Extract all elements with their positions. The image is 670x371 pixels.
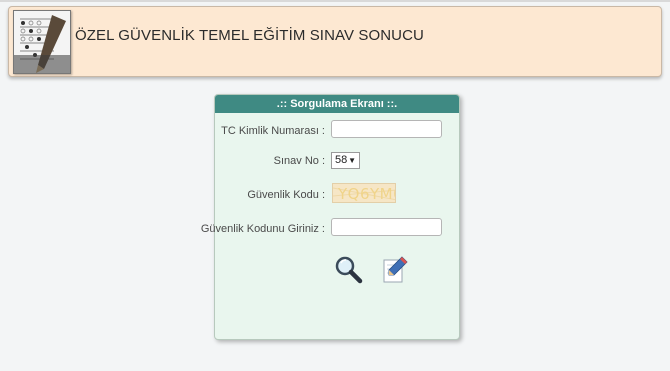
captcha-image: YQ6YM0 [332, 183, 396, 203]
page-title: ÖZEL GÜVENLİK TEMEL EĞİTİM SINAV SONUCU [75, 27, 424, 44]
sinav-label: Sınav No : [273, 155, 325, 167]
pencil-edit-icon[interactable] [380, 254, 410, 284]
top-border [0, 0, 670, 2]
page-header: ÖZEL GÜVENLİK TEMEL EĞİTİM SINAV SONUCU [8, 6, 662, 77]
sinav-select[interactable]: 58 ▼ [331, 152, 360, 169]
captcha-text: YQ6YM0 [338, 185, 395, 203]
exam-sheet-icon [13, 10, 71, 74]
magnifier-icon[interactable] [333, 254, 363, 284]
sinav-selected-value: 58 [335, 154, 348, 166]
dropdown-arrow-icon: ▼ [348, 156, 356, 165]
tc-input[interactable] [331, 120, 442, 138]
captcha-input-label: Güvenlik Kodunu Giriniz : [200, 223, 325, 235]
query-panel: .:: Sorgulama Ekranı ::. TC Kimlik Numar… [201, 94, 460, 340]
tc-label: TC Kimlik Numarası : [221, 125, 325, 137]
panel-title: .:: Sorgulama Ekranı ::. [215, 95, 459, 113]
captcha-input[interactable] [331, 218, 442, 236]
captcha-label: Güvenlik Kodu : [247, 189, 325, 201]
